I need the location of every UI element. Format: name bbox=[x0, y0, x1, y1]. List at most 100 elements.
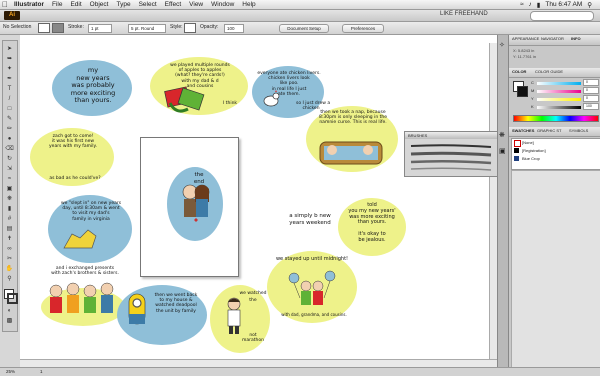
hand-tool-icon[interactable]: ✋ bbox=[5, 265, 14, 274]
tab-info[interactable]: INFO bbox=[571, 35, 581, 43]
selection-label: No Selection bbox=[3, 24, 32, 30]
swatch-none[interactable]: [None] bbox=[522, 140, 534, 145]
menu-type[interactable]: Type bbox=[112, 1, 134, 8]
tab-color[interactable]: COLOR bbox=[512, 68, 526, 76]
rotate-tool-icon[interactable]: ↻ bbox=[5, 155, 14, 164]
menu-edit[interactable]: Edit bbox=[66, 1, 85, 8]
tools-panel: ➤ ➥ ✦ ✒ T / □ ✎ ✏ ● ⌫ ↻ ⇲ ≈ ▣ ❋ ▮ # ▤ ✝ … bbox=[2, 40, 18, 332]
tab-color-guide[interactable]: COLOR GUIDE bbox=[535, 68, 563, 76]
bubble-zach-note: as bad as he could've? bbox=[49, 176, 101, 181]
magic-wand-tool-icon[interactable]: ✦ bbox=[5, 65, 14, 74]
menu-effect[interactable]: Effect bbox=[161, 1, 186, 8]
zoom-level[interactable]: 25% bbox=[6, 369, 15, 374]
bubble-jealous-note: it's okay to be jealous. bbox=[358, 231, 386, 243]
draw-mode-icon[interactable]: ◐ bbox=[5, 307, 14, 316]
center-title[interactable]: a simply b new years weekend bbox=[282, 213, 338, 226]
direct-selection-tool-icon[interactable]: ➥ bbox=[5, 55, 14, 64]
volume-icon[interactable]: ♪ bbox=[529, 1, 532, 8]
menu-app[interactable]: Illustrator bbox=[10, 1, 48, 8]
rectangle-tool-icon[interactable]: □ bbox=[5, 105, 14, 114]
blend-tool-icon[interactable]: ∞ bbox=[5, 245, 14, 254]
gradient-tool-icon[interactable]: ▤ bbox=[5, 225, 14, 234]
color-y-label: Y bbox=[531, 96, 534, 101]
bubble-zach-text: zach got to come! it was his first new y… bbox=[49, 134, 97, 150]
tab-symbols[interactable]: SYMBOLS bbox=[569, 127, 588, 135]
color-k-slider[interactable] bbox=[537, 106, 581, 109]
scale-tool-icon[interactable]: ⇲ bbox=[5, 165, 14, 174]
color-k-value[interactable]: 100 bbox=[583, 103, 599, 110]
artboard-couple-illustration bbox=[182, 184, 210, 222]
screen-mode-icon[interactable]: ▩ bbox=[5, 317, 14, 326]
brushes-panel-title[interactable]: BRUSHES bbox=[405, 132, 498, 139]
battery-icon[interactable]: ▮ bbox=[537, 1, 541, 9]
color-c-slider[interactable] bbox=[537, 82, 581, 85]
stroke-label: Stroke: bbox=[68, 24, 84, 30]
color-c-label: C bbox=[531, 80, 534, 85]
bubble-midnight-text: we stayed up until midnight! bbox=[275, 256, 349, 262]
line-tool-icon[interactable]: / bbox=[5, 95, 14, 104]
clock[interactable]: Thu 6:47 AM bbox=[545, 1, 582, 8]
pencil-tool-icon[interactable]: ✏ bbox=[5, 125, 14, 134]
workspace-switcher[interactable]: LIKE FREEHAND bbox=[440, 11, 488, 17]
mesh-tool-icon[interactable]: # bbox=[5, 215, 14, 224]
person-illustration bbox=[227, 297, 241, 334]
menu-help[interactable]: Help bbox=[238, 1, 259, 8]
artboard-navigation[interactable]: 1 bbox=[40, 369, 43, 374]
graphic-styles-dock-icon[interactable]: ▣ bbox=[499, 147, 506, 155]
eyedropper-tool-icon[interactable]: ✝ bbox=[5, 235, 14, 244]
color-c-value[interactable]: 0 bbox=[583, 79, 599, 86]
stroke-swatch[interactable] bbox=[52, 23, 64, 33]
blob-brush-tool-icon[interactable]: ● bbox=[5, 135, 14, 144]
menu-file[interactable]: File bbox=[48, 1, 66, 8]
warp-tool-icon[interactable]: ≈ bbox=[5, 175, 14, 184]
color-spectrum[interactable] bbox=[513, 115, 599, 122]
style-swatch[interactable] bbox=[184, 23, 196, 33]
type-tool-icon[interactable]: T bbox=[5, 85, 14, 94]
free-transform-tool-icon[interactable]: ▣ bbox=[5, 185, 14, 194]
bubble-apples-note: I think bbox=[222, 101, 238, 106]
color-m-slider[interactable] bbox=[537, 90, 581, 93]
swatches-list: [None] [Registration] Blue Crop bbox=[511, 138, 600, 170]
swatch-none-chip[interactable] bbox=[514, 140, 521, 147]
swatch-registration[interactable]: [Registration] bbox=[522, 148, 546, 153]
stroke-weight-field[interactable]: 1 pt bbox=[88, 24, 112, 33]
menu-view[interactable]: View bbox=[185, 1, 207, 8]
brushes-dock-icon[interactable]: ✧ bbox=[499, 41, 505, 49]
swatch-registration-chip[interactable] bbox=[514, 148, 519, 153]
tab-graphic-styles[interactable]: GRAPHIC ST bbox=[537, 127, 561, 135]
eraser-tool-icon[interactable]: ⌫ bbox=[5, 145, 14, 154]
menu-object[interactable]: Object bbox=[86, 1, 113, 8]
graph-tool-icon[interactable]: ▮ bbox=[5, 205, 14, 214]
wifi-icon[interactable]: ≈ bbox=[520, 1, 524, 8]
preferences-button[interactable]: Preferences bbox=[342, 24, 384, 33]
opacity-field[interactable]: 100 bbox=[224, 24, 244, 33]
search-input[interactable] bbox=[530, 11, 594, 21]
symbols-dock-icon[interactable]: ❋ bbox=[499, 131, 505, 139]
color-m-value[interactable]: 0 bbox=[583, 87, 599, 94]
color-stroke-proxy[interactable] bbox=[517, 86, 528, 97]
apple-icon[interactable]:  bbox=[0, 0, 10, 9]
swatch-blue-chip[interactable] bbox=[514, 156, 519, 161]
spotlight-icon[interactable]: ⚲ bbox=[587, 1, 592, 9]
menu-select[interactable]: Select bbox=[135, 1, 161, 8]
symbol-sprayer-tool-icon[interactable]: ❋ bbox=[5, 195, 14, 204]
midnight-party-illustration bbox=[288, 270, 336, 305]
slice-tool-icon[interactable]: ✂ bbox=[5, 255, 14, 264]
swatch-blue-crop[interactable]: Blue Crop bbox=[522, 156, 540, 161]
selection-tool-icon[interactable]: ➤ bbox=[5, 45, 14, 54]
tab-swatches[interactable]: SWATCHES bbox=[512, 127, 534, 135]
tab-appearance[interactable]: APPEARANCE bbox=[512, 35, 539, 43]
stroke-color-icon[interactable] bbox=[7, 293, 18, 304]
pen-tool-icon[interactable]: ✒ bbox=[5, 75, 14, 84]
zoom-tool-icon[interactable]: ⚲ bbox=[5, 275, 14, 284]
tab-navigator[interactable]: NAVIGATOR bbox=[541, 35, 564, 43]
paintbrush-tool-icon[interactable]: ✎ bbox=[5, 115, 14, 124]
color-panel-tabs: COLOR COLOR GUIDE bbox=[509, 68, 600, 78]
menu-window[interactable]: Window bbox=[207, 1, 238, 8]
brush-definition-field[interactable]: 5 pt. Round bbox=[128, 24, 166, 33]
fill-swatch[interactable] bbox=[38, 23, 50, 33]
color-y-value[interactable]: 0 bbox=[583, 95, 599, 102]
document-setup-button[interactable]: Document Setup bbox=[279, 24, 329, 33]
brush-strokes-preview[interactable] bbox=[409, 142, 493, 172]
color-y-slider[interactable] bbox=[537, 98, 581, 101]
